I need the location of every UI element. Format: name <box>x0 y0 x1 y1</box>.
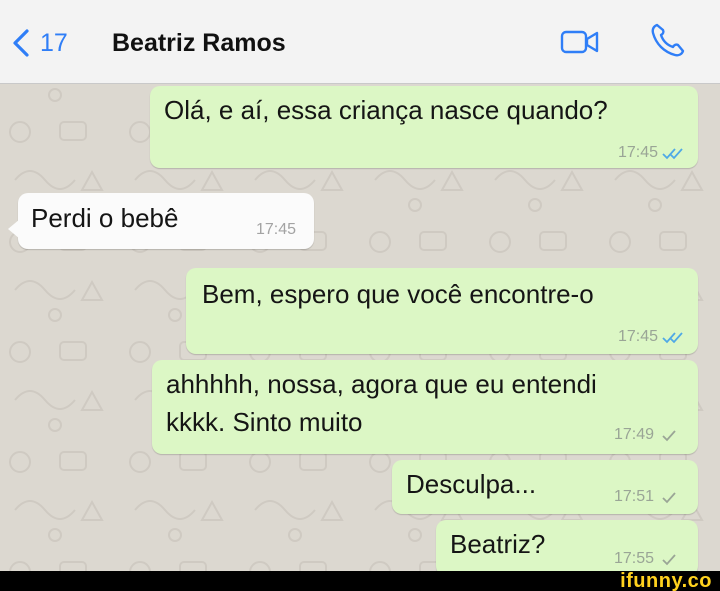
chat-header: 17 Beatriz Ramos <box>0 0 720 84</box>
bubble-tail <box>8 219 20 239</box>
message-meta: 17:49 <box>614 426 680 444</box>
single-check-icon <box>662 554 676 566</box>
message-bubble-outgoing[interactable]: Olá, e aí, essa criança nasce quando? 17… <box>150 86 698 168</box>
message-text: Bem, espero que você encontre-o <box>202 279 594 309</box>
message-meta: 17:45 <box>618 328 684 346</box>
message-bubble-outgoing[interactable]: Bem, espero que você encontre-o 17:45 <box>186 268 698 354</box>
message-bubble-outgoing[interactable]: Beatriz? 17:55 <box>436 520 698 571</box>
message-text: Desculpa... <box>406 469 537 499</box>
message-time: 17:45 <box>617 328 658 345</box>
message-text: Perdi o bebê <box>31 203 179 233</box>
message-time: 17:55 <box>613 550 654 567</box>
video-call-icon[interactable] <box>560 28 600 58</box>
message-text: Olá, e aí, essa criança nasce quando? <box>164 95 608 125</box>
message-bubble-outgoing[interactable]: Desculpa... 17:51 <box>392 460 698 514</box>
back-chevron-icon[interactable] <box>10 28 32 58</box>
message-text-line2: kkkk. Sinto muito <box>166 407 363 437</box>
message-time: 17:45 <box>255 221 296 238</box>
message-bubble-incoming[interactable]: Perdi o bebê 17:45 <box>8 193 314 249</box>
phone-call-icon[interactable] <box>648 20 688 60</box>
watermark-logo: ifunny.co <box>620 570 712 591</box>
single-check-icon <box>662 430 676 442</box>
message-meta: 17:45 <box>256 221 296 239</box>
contact-name[interactable]: Beatriz Ramos <box>112 27 286 59</box>
message-text: Beatriz? <box>450 529 546 559</box>
message-time: 17:49 <box>613 426 654 443</box>
chat-screen: 17 Beatriz Ramos Olá, e aí, essa criança… <box>0 0 720 571</box>
message-time: 17:51 <box>613 488 654 505</box>
message-meta: 17:51 <box>614 488 680 506</box>
double-check-read-icon <box>662 148 683 160</box>
message-text-line1: ahhhhh, nossa, agora que eu entendi <box>166 369 597 399</box>
message-meta: 17:55 <box>614 550 680 568</box>
unread-count[interactable]: 17 <box>40 28 68 58</box>
double-check-read-icon <box>662 332 683 344</box>
message-meta: 17:45 <box>618 144 684 162</box>
message-time: 17:45 <box>617 144 658 161</box>
message-bubble-outgoing[interactable]: ahhhhh, nossa, agora que eu entendi kkkk… <box>152 360 698 454</box>
single-check-icon <box>662 492 676 504</box>
watermark-bar <box>0 571 720 591</box>
